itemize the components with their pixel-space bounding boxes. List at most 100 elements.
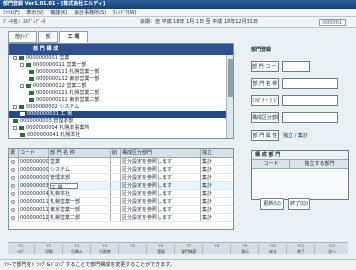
tree-node[interactable]: 0000000004 札幌本事業所: [9, 125, 233, 132]
table-row[interactable]: 0000000002システム 区分設定を参照します 集計: [9, 166, 233, 174]
header-delete: 削: [111, 149, 121, 157]
tree-node[interactable]: 0000000122 東京営業二部: [9, 97, 233, 104]
tree-node-selected[interactable]: 0000000031 工 場: [9, 111, 233, 118]
row-select-radio[interactable]: [11, 159, 15, 164]
f3-button[interactable]: F3 行挿入: [64, 244, 91, 254]
f5-button[interactable]: F5: [120, 244, 147, 254]
tree-node[interactable]: 0000000012 営業二部: [9, 83, 233, 90]
menu-function[interactable]: 機能(K): [50, 10, 67, 16]
detail-title: 構 成 部 門: [252, 151, 348, 160]
header-select: 選: [9, 149, 19, 157]
company-name: ﾃﾞｰﾀ名：ｴﾙﾃﾞｨﾃﾞｰﾀ: [3, 19, 46, 25]
structure-detail-box[interactable]: 構 成 部 門 コード 独立する部門: [251, 150, 349, 200]
attribute-label: 部 門 属 性: [251, 130, 279, 141]
category-input[interactable]: [282, 112, 338, 123]
window-title: 部門登録 Ver1.01.01 - [株式会社エルディ]: [0, 0, 356, 9]
table-row-editing[interactable]: 0000000031工 場区分設定を参照します 集計: [9, 182, 233, 190]
tab-division[interactable]: 部ﾀｯﾌﾞ: [8, 31, 37, 43]
header-code: コード: [19, 149, 49, 157]
row-select-radio[interactable]: [11, 175, 15, 180]
fiscal-period: 会期：自 平成 18年 1月 1日 至 平成 18年12月31日: [140, 19, 258, 25]
tree-header: 部 門 構 成: [9, 44, 233, 55]
table-row[interactable]: 0000000001営業 区分設定を参照します 集計: [9, 158, 233, 166]
expand-icon[interactable]: [20, 62, 24, 67]
tree-scrollbar[interactable]: [226, 55, 233, 138]
scroll-thumb[interactable]: [228, 59, 233, 97]
dept-name-input[interactable]: [282, 78, 338, 89]
table-row[interactable]: 0000000003管理本部 区分設定を参照します 集計: [9, 174, 233, 182]
folder-icon: [26, 62, 31, 67]
tab-department[interactable]: 部: [38, 31, 58, 43]
department-form-panel: 部門登録 部 門 コ ー ド 部 門 名 称 ﾌﾘｶﾞﾅ・ﾗ ﾋﾟ 構成区分部門…: [251, 46, 349, 200]
kana-input[interactable]: [282, 95, 338, 106]
row-select-radio[interactable]: [11, 207, 15, 212]
table-row[interactable]: 0000000041札幌本社 区分設定を参照します 集計: [9, 190, 233, 198]
folder-icon: [19, 55, 24, 60]
dept-code-label: 部 門 コ ー ド: [251, 61, 279, 72]
expand-icon[interactable]: [13, 125, 17, 130]
department-grid[interactable]: 選コード部 門 名 称削構成区分部門 独立 0000000001営業 区分設定を参照…: [8, 148, 234, 230]
tab-strip: 部ﾀｯﾌﾞ 部 工 場: [8, 31, 234, 43]
folder-icon: [20, 132, 25, 137]
folder-icon: [13, 118, 18, 123]
close-button[interactable]: 終了(Q): [288, 198, 310, 210]
dept-name-label: 部 門 名 称: [251, 78, 279, 89]
expand-icon[interactable]: [20, 83, 24, 88]
f10-button[interactable]: F10 戻る: [260, 244, 287, 254]
company-code: 000001: [318, 19, 346, 26]
kana-label: ﾌﾘｶﾞﾅ・ﾗ ﾋﾟ: [251, 95, 279, 106]
tree-node[interactable]: 0000000112 東京営業一部: [9, 76, 233, 83]
f8-button[interactable]: F8: [204, 244, 231, 254]
f1-button[interactable]: F1 ﾍﾙﾌﾟ: [8, 244, 35, 254]
attribute-value[interactable]: 独立 / 集計: [283, 132, 308, 139]
row-select-radio[interactable]: [11, 199, 15, 204]
expand-icon[interactable]: [13, 104, 17, 109]
table-row[interactable]: 0000000121札幌営業二部 区分設定を参照します 集計: [9, 214, 233, 222]
menu-accounting[interactable]: 会計事務所(S): [74, 10, 106, 16]
f9-button[interactable]: F9 表示: [232, 244, 259, 254]
menu-view[interactable]: 表示(V): [26, 10, 43, 16]
row-select-radio[interactable]: [11, 191, 15, 196]
folder-icon: [19, 125, 24, 130]
header-independent: 独立: [202, 150, 213, 156]
row-select-radio[interactable]: [11, 215, 15, 220]
table-row[interactable]: 0000000111札幌営業一部 区分設定を参照します 集計: [9, 198, 233, 206]
form-title: 部門登録: [251, 47, 272, 53]
update-button[interactable]: 更新(U): [260, 198, 284, 210]
department-tree[interactable]: 部 門 構 成 0000000001 営業 0000000011 営業一部 00…: [8, 43, 234, 139]
menu-bar: ﾌｧｲﾙ(F) 表示(V) 機能(K) 会計事務所(S) ｳｨﾝﾄﾞｳ(W): [0, 9, 356, 17]
folder-icon: [26, 83, 31, 88]
dept-code-input[interactable]: [282, 61, 310, 72]
detail-header: コード 独立する部門: [252, 160, 348, 169]
f4-button[interactable]: F4 行削除: [92, 244, 119, 254]
tab-factory[interactable]: 工 場: [59, 31, 88, 43]
expand-icon[interactable]: [13, 55, 17, 60]
grid-header: 選コード部 門 名 称削構成区分部門 独立: [9, 149, 233, 158]
menu-window[interactable]: ｳｨﾝﾄﾞｳ(W): [113, 10, 137, 16]
tree-node[interactable]: 0000000011 営業一部: [9, 62, 233, 69]
category-label: 構成区分部門: [251, 112, 279, 123]
header-category: 構成区分部門: [121, 149, 201, 157]
tree-node[interactable]: 0000000111 札幌営業一部: [9, 69, 233, 76]
folder-icon: [29, 76, 34, 81]
f6-button[interactable]: F6 登録: [148, 244, 175, 254]
tree-node[interactable]: 0000000003 管理本部: [9, 118, 233, 125]
function-key-bar: F1 ﾍﾙﾌﾟ F2 印刷 F3 行挿入 F4 行削除 F5 F6 登録 F7 部門検索 F…: [8, 242, 348, 254]
tree-node[interactable]: 0000000121 札幌営業二部: [9, 90, 233, 97]
f2-button[interactable]: F2 印刷: [36, 244, 63, 254]
f7-button[interactable]: F7 部門検索: [176, 244, 203, 254]
folder-icon: [29, 97, 34, 102]
row-select-radio[interactable]: [11, 183, 15, 188]
row-select-radio[interactable]: [11, 167, 15, 172]
f12-button[interactable]: F12 次へ: [316, 244, 348, 254]
tree-node[interactable]: 0000000002 システム: [9, 104, 233, 111]
f11-button[interactable]: F11 終了: [288, 244, 315, 254]
tree-node[interactable]: 0000000001 営業: [9, 55, 233, 62]
tree-node[interactable]: 0000000041 札幌本社: [9, 132, 233, 138]
folder-icon: [19, 104, 24, 109]
application-window: 部門登録 Ver1.01.01 - [株式会社エルディ] ﾌｧｲﾙ(F) 表示(…: [0, 0, 356, 270]
menu-file[interactable]: ﾌｧｲﾙ(F): [3, 10, 20, 16]
name-input[interactable]: 工 場: [50, 182, 78, 189]
table-row[interactable]: 0000000112東京営業一部 区分設定を参照します 集計: [9, 206, 233, 214]
folder-icon: [20, 111, 25, 116]
